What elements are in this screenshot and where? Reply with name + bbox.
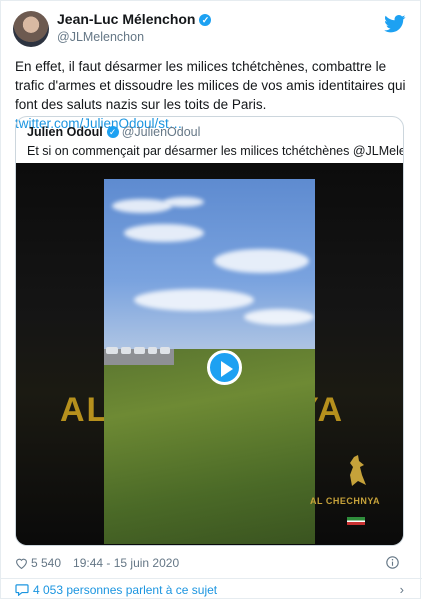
author-name-line[interactable]: Jean-Luc Mélenchon ✓ [57,11,212,27]
cloud [244,309,314,325]
like-count[interactable]: 5 540 [31,556,61,570]
comment-icon [15,584,29,596]
video-overlay-text-left: AL [60,391,110,429]
flag-icon [347,517,365,525]
author-name[interactable]: Jean-Luc Mélenchon [57,11,195,27]
twitter-bird-icon[interactable] [384,15,406,33]
cloud [124,224,204,242]
car [134,347,145,354]
cloud [214,249,309,273]
car [121,347,131,354]
quoted-author-handle[interactable]: @JulienOdoul [122,125,201,139]
video-player[interactable]: AL YA AL CHECHNYA [16,163,403,545]
cloud [134,289,254,311]
avatar[interactable] [13,11,49,47]
quoted-author-name[interactable]: Julien Odoul [27,125,103,139]
play-icon[interactable] [207,350,242,385]
video-frame[interactable] [104,179,315,544]
grass-field [104,349,315,544]
verified-icon: ✓ [106,126,119,138]
conversation-count[interactable]: 4 053 personnes parlent à ce sujet [33,583,217,597]
wolf-logo-icon [350,455,366,486]
conversation-footer[interactable]: 4 053 personnes parlent à ce sujet › [1,578,422,600]
tweet-meta: 5 540 19:44 - 15 juin 2020 [15,556,179,570]
quoted-author-line[interactable]: Julien Odoul ✓ @JulienOdoul [27,125,200,139]
quoted-text: Et si on commençait par désarmer les mil… [27,144,403,158]
cloud [112,199,172,213]
car [160,347,170,354]
verified-icon: ✓ [199,14,212,26]
chevron-right-icon[interactable]: › [400,582,404,597]
heart-icon[interactable] [15,557,28,569]
car [148,347,157,354]
car [106,347,118,354]
quoted-tweet[interactable]: Julien Odoul ✓ @JulienOdoul Et si on comme… [15,116,404,546]
info-icon[interactable] [386,556,399,569]
tweet-card: Jean-Luc Mélenchon ✓ @JLMelenchon En effe… [0,0,422,600]
timestamp[interactable]: 19:44 - 15 juin 2020 [73,556,179,570]
cloud [164,197,204,207]
author-handle[interactable]: @JLMelenchon [57,30,144,44]
tweet-body: En effet, il faut désarmer les milices t… [15,59,406,112]
video-logo-text: AL CHECHNYA [310,496,381,506]
